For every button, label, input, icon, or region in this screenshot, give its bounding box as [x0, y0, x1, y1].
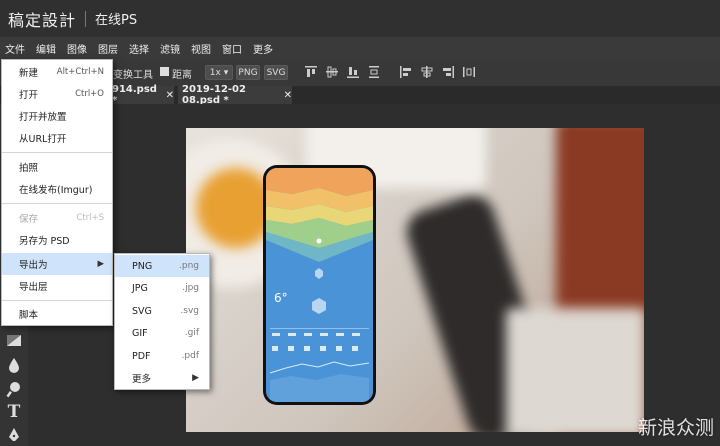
tab-document-2[interactable]: 2019-12-02 08.psd * ✕ — [178, 84, 292, 106]
zoom-value: 1x — [209, 67, 221, 78]
menu-item-script[interactable]: 脚本 — [2, 303, 112, 325]
menu-more[interactable]: 更多 — [253, 41, 273, 56]
app-subtitle: 在线PS — [95, 13, 138, 28]
menu-item-label: 拍照 — [19, 163, 39, 174]
export-more[interactable]: 更多 ▶ — [115, 367, 209, 389]
menu-item-new[interactable]: 新建 Alt+Ctrl+N — [2, 61, 112, 83]
phone-screen: 6° — [266, 168, 373, 402]
dodge-tool-icon[interactable] — [5, 380, 23, 398]
menu-view[interactable]: 视图 — [191, 41, 211, 56]
export-extension: .jpg — [182, 283, 199, 293]
export-format-label: PNG — [132, 260, 153, 272]
export-png[interactable]: PNG .png — [115, 255, 209, 277]
title-divider — [85, 10, 87, 27]
export-format-label: PDF — [132, 350, 151, 362]
submenu-arrow-icon: ▶ — [192, 373, 199, 383]
menu-item-label: 新建 — [19, 68, 39, 79]
transform-tool-label[interactable]: 变换工具 — [113, 66, 153, 81]
align-vcenter-icon[interactable] — [325, 65, 339, 79]
tab-label: 2019-12-02 08.psd * — [182, 84, 246, 106]
align-bottom-icon[interactable] — [346, 65, 360, 79]
menu-divider — [2, 152, 112, 153]
menu-select[interactable]: 选择 — [129, 41, 149, 56]
menu-item-label: 另存为 PSD — [19, 236, 70, 247]
align-left-icon[interactable] — [399, 65, 413, 79]
export-pdf[interactable]: PDF .pdf — [115, 345, 209, 367]
title-bar: 稿定設計 在线PS — [0, 0, 720, 37]
menu-item-label: 打开 — [19, 90, 39, 101]
menu-item-export-as[interactable]: 导出为 ▶ — [2, 253, 112, 275]
align-top-icon[interactable] — [304, 65, 318, 79]
menu-file[interactable]: 文件 — [5, 41, 25, 56]
app-logo[interactable]: 稿定設計 — [8, 7, 76, 31]
export-format-label: SVG — [132, 305, 152, 317]
distance-checkbox[interactable] — [160, 67, 169, 76]
menu-item-open[interactable]: 打开 Ctrl+O — [2, 83, 112, 105]
card-shape — [506, 308, 644, 432]
menu-item-export-layers[interactable]: 导出层 — [2, 275, 112, 297]
menu-item-shortcut: Ctrl+S — [76, 213, 104, 223]
menu-layer[interactable]: 图层 — [98, 41, 118, 56]
export-extension: .svg — [180, 306, 199, 316]
export-svg[interactable]: SVG .svg — [115, 300, 209, 322]
menu-item-label: 导出层 — [19, 282, 48, 293]
weather-graphic — [266, 168, 373, 402]
canvas-image[interactable] — [186, 128, 644, 432]
watermark-logo: 新浪众测 — [637, 417, 714, 439]
tab-label: 914.psd * — [112, 84, 157, 106]
menu-item-shortcut: Ctrl+O — [75, 89, 104, 99]
export-jpg[interactable]: JPG .jpg — [115, 277, 209, 299]
menu-item-label: 脚本 — [19, 310, 39, 321]
png-button[interactable]: PNG — [236, 65, 260, 80]
menu-item-save: 保存 Ctrl+S — [2, 207, 112, 229]
export-format-label: GIF — [132, 327, 148, 339]
menu-filter[interactable]: 滤镜 — [160, 41, 180, 56]
menu-item-open-place[interactable]: 打开并放置 — [2, 105, 112, 127]
menu-divider — [2, 300, 112, 301]
pen-tool-icon[interactable] — [5, 427, 23, 445]
distribute-horizontal-icon[interactable] — [462, 65, 476, 79]
gradient-tool-icon[interactable] — [5, 332, 23, 350]
file-menu-dropdown: 新建 Alt+Ctrl+N 打开 Ctrl+O 打开并放置 从URL打开 拍照 在线… — [1, 59, 113, 326]
menu-item-save-as-psd[interactable]: 另存为 PSD — [2, 229, 112, 251]
export-extension: .pdf — [181, 351, 199, 361]
menu-item-label: 保存 — [19, 214, 39, 225]
menu-item-publish-imgur[interactable]: 在线发布(Imgur) — [2, 178, 112, 200]
tab-document-1[interactable]: 914.psd * ✕ — [108, 84, 174, 106]
chevron-down-icon: ▾ — [223, 67, 229, 78]
distribute-vertical-icon[interactable] — [367, 65, 381, 79]
text-tool-icon[interactable]: T — [5, 403, 23, 421]
menu-item-open-url[interactable]: 从URL打开 — [2, 127, 112, 149]
submenu-arrow-icon: ▶ — [97, 259, 104, 269]
menu-edit[interactable]: 编辑 — [36, 41, 56, 56]
align-right-icon[interactable] — [441, 65, 455, 79]
menu-image[interactable]: 图像 — [67, 41, 87, 56]
menu-item-label: 导出为 — [19, 260, 48, 271]
zoom-select[interactable]: 1x ▾ — [205, 65, 233, 80]
menu-item-shortcut: Alt+Ctrl+N — [56, 67, 104, 77]
align-hcenter-icon[interactable] — [420, 65, 434, 79]
menu-item-photo[interactable]: 拍照 — [2, 156, 112, 178]
menu-bar: 文件 编辑 图像 图层 选择 滤镜 视图 窗口 更多 — [0, 37, 720, 59]
menu-item-label: 从URL打开 — [19, 134, 67, 145]
svg-button[interactable]: SVG — [264, 65, 288, 80]
temperature-label: 6° — [274, 291, 288, 305]
export-submenu: PNG .png JPG .jpg SVG .svg GIF .gif PDF .pdf … — [114, 253, 210, 390]
export-format-label: 更多 — [132, 374, 152, 385]
export-format-label: JPG — [132, 282, 148, 294]
close-icon[interactable]: ✕ — [166, 90, 174, 101]
phone-mockup: 6° — [263, 165, 376, 405]
close-icon[interactable]: ✕ — [284, 90, 292, 101]
distance-label: 距离 — [172, 70, 192, 81]
export-gif[interactable]: GIF .gif — [115, 322, 209, 344]
menu-item-label: 打开并放置 — [19, 112, 67, 123]
export-extension: .png — [179, 261, 199, 271]
menu-divider — [2, 203, 112, 204]
blur-tool-icon[interactable] — [5, 356, 23, 374]
export-extension: .gif — [184, 328, 199, 338]
menu-item-label: 在线发布(Imgur) — [19, 185, 93, 196]
menu-window[interactable]: 窗口 — [222, 41, 242, 56]
